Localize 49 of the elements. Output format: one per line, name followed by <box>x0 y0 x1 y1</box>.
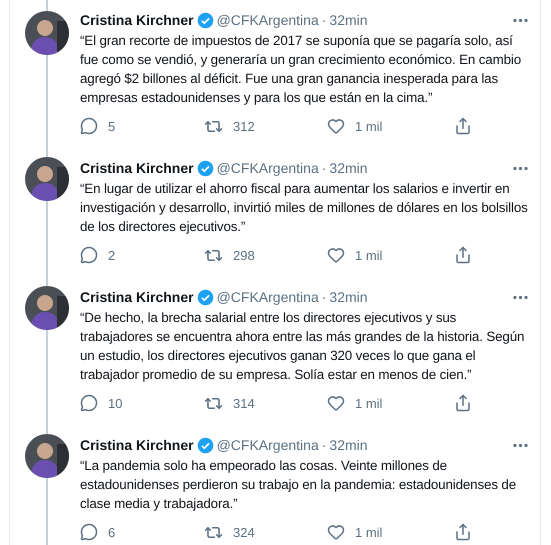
retweet-count: 312 <box>233 118 255 134</box>
reply-icon[interactable] <box>80 246 98 264</box>
author-name[interactable]: Cristina Kirchner <box>80 159 194 178</box>
reply-count: 10 <box>108 396 122 410</box>
avatar[interactable] <box>25 286 69 330</box>
author-handle[interactable]: @CFKArgentina <box>216 436 319 455</box>
like-count: 1 mil <box>355 524 382 540</box>
reply-icon[interactable] <box>80 523 98 541</box>
share-icon[interactable] <box>454 394 472 412</box>
avatar[interactable] <box>25 434 69 478</box>
post-time[interactable]: 32min <box>329 436 368 455</box>
thread-line <box>46 478 48 545</box>
like-count: 1 mil <box>355 396 382 410</box>
tweet-text: “De hecho, la brecha salarial entre los directores ejecutivos y sus trabajadores se encuentra ahora entre las más grandes de la historia. Según un estudio, los directores ejecutivos ganan 320 veces lo que gana el trabajador promedio de su empresa. Solía estar en menos de cien.” <box>80 309 526 384</box>
tweet-text: “La pandemia solo ha empeorado las cosas. Veinte millones de estadounidenses perdieron su trabajo en la pandemia: estadounidenses de clase media y trabajadora.” <box>80 457 518 513</box>
share-icon[interactable] <box>454 523 472 541</box>
post-time[interactable]: 32min <box>329 288 368 307</box>
like-icon[interactable] <box>327 246 345 264</box>
author-handle[interactable]: @CFKArgentina <box>216 288 319 307</box>
reply-count: 2 <box>108 248 116 262</box>
retweet-count: 324 <box>233 524 255 540</box>
author-handle[interactable]: @CFKArgentina <box>216 11 319 30</box>
tweet-text: “El gran recorte de impuestos de 2017 se suponía que se pagaría solo, así fue como se vendió, y generaría un gran crecimiento económico. En cambio agregó $2 billones al déficit. Fue una gran ganancia inesperada para las empresas estadounidenses y para los que están en la cima.” <box>80 32 522 107</box>
reply-icon[interactable] <box>80 394 98 412</box>
author-name[interactable]: Cristina Kirchner <box>80 11 194 30</box>
retweet-count: 298 <box>233 248 255 262</box>
reply-icon[interactable] <box>80 117 98 135</box>
tweet-text: “En lugar de utilizar el ahorro fiscal para aumentar los salarios e invertir en investigación y desarrollo, invirtió miles de millones de dólares en los bolsillos de los directores ejecutivos.” <box>80 180 529 236</box>
separator-dot: · <box>322 11 326 30</box>
author-handle[interactable]: @CFKArgentina <box>216 159 319 178</box>
avatar[interactable] <box>25 11 69 55</box>
share-icon[interactable] <box>454 117 472 135</box>
separator-dot: · <box>322 436 326 455</box>
like-icon[interactable] <box>327 394 345 412</box>
author-name[interactable]: Cristina Kirchner <box>80 436 194 455</box>
like-count: 1 mil <box>355 118 382 134</box>
avatar[interactable] <box>25 157 69 201</box>
post-time[interactable]: 32min <box>329 159 368 178</box>
like-icon[interactable] <box>327 523 345 541</box>
author-name[interactable]: Cristina Kirchner <box>80 288 194 307</box>
reply-count: 6 <box>108 524 116 540</box>
retweet-count: 314 <box>233 396 255 410</box>
share-icon[interactable] <box>454 246 472 264</box>
like-icon[interactable] <box>327 117 345 135</box>
reply-count: 5 <box>108 118 116 134</box>
like-count: 1 mil <box>355 248 382 262</box>
separator-dot: · <box>322 159 326 178</box>
post-time[interactable]: 32min <box>329 11 368 30</box>
separator-dot: · <box>322 288 326 307</box>
